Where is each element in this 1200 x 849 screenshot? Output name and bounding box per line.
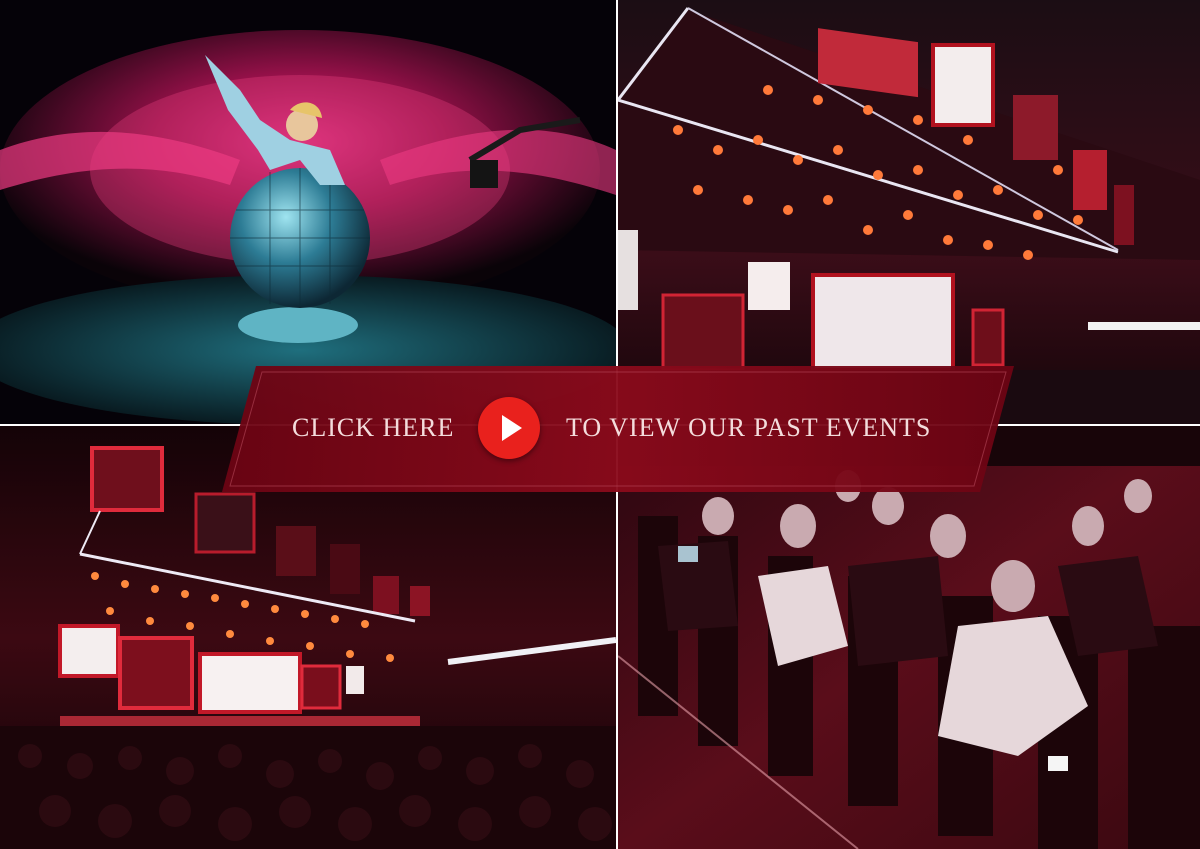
play-button[interactable] (478, 397, 540, 459)
photo-acrobat-mirror-ball (0, 0, 616, 424)
view-past-events-banner[interactable]: CLICK HERE TO VIEW OUR PAST EVENTS (222, 366, 1014, 492)
play-icon (502, 415, 522, 441)
cta-click-here-text[interactable]: CLICK HERE (292, 413, 454, 443)
cta-view-past-events-text[interactable]: TO VIEW OUR PAST EVENTS (566, 413, 931, 443)
photo-arena-lighting-rig (618, 0, 1200, 424)
